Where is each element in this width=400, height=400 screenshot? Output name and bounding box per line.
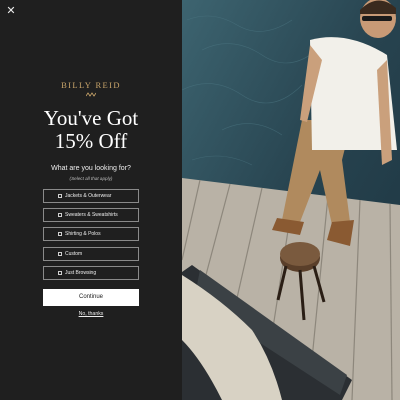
option-jackets-outerwear[interactable]: Jackets & Outerwear xyxy=(43,189,139,203)
no-thanks-link[interactable]: No, thanks xyxy=(0,311,182,317)
brand-emblem-icon xyxy=(86,92,96,97)
option-sweaters-sweatshirts[interactable]: Sweaters & Sweatshirts xyxy=(43,208,139,222)
preference-question: What are you looking for? xyxy=(51,165,131,172)
checkbox-icon[interactable] xyxy=(58,252,62,256)
signup-modal-panel: ✕ BILLY REID You've Got 15% Off What are… xyxy=(0,0,182,400)
option-label: Sweaters & Sweatshirts xyxy=(65,212,118,219)
checkbox-icon[interactable] xyxy=(58,194,62,198)
offer-headline-line2: 15% Off xyxy=(54,129,128,153)
preference-hint: (Select all that apply) xyxy=(69,176,113,181)
hero-photo xyxy=(182,0,400,400)
offer-headline: You've Got 15% Off xyxy=(0,107,182,153)
close-icon[interactable]: ✕ xyxy=(5,5,17,17)
checkbox-icon[interactable] xyxy=(58,232,62,236)
option-label: Custom xyxy=(65,251,83,258)
option-custom[interactable]: Custom xyxy=(43,247,139,261)
continue-button[interactable]: Continue xyxy=(43,289,139,306)
offer-headline-line1: You've Got xyxy=(43,106,139,130)
dock-scene-image xyxy=(182,0,400,400)
option-shirting-polos[interactable]: Shirting & Polos xyxy=(43,227,139,241)
option-label: Shirting & Polos xyxy=(65,231,101,238)
option-label: Just Browsing xyxy=(65,270,97,277)
checkbox-icon[interactable] xyxy=(58,271,62,275)
option-label: Jackets & Outerwear xyxy=(65,193,112,200)
brand-logo: BILLY REID xyxy=(61,80,121,90)
option-just-browsing[interactable]: Just Browsing xyxy=(43,266,139,280)
checkbox-icon[interactable] xyxy=(58,213,62,217)
